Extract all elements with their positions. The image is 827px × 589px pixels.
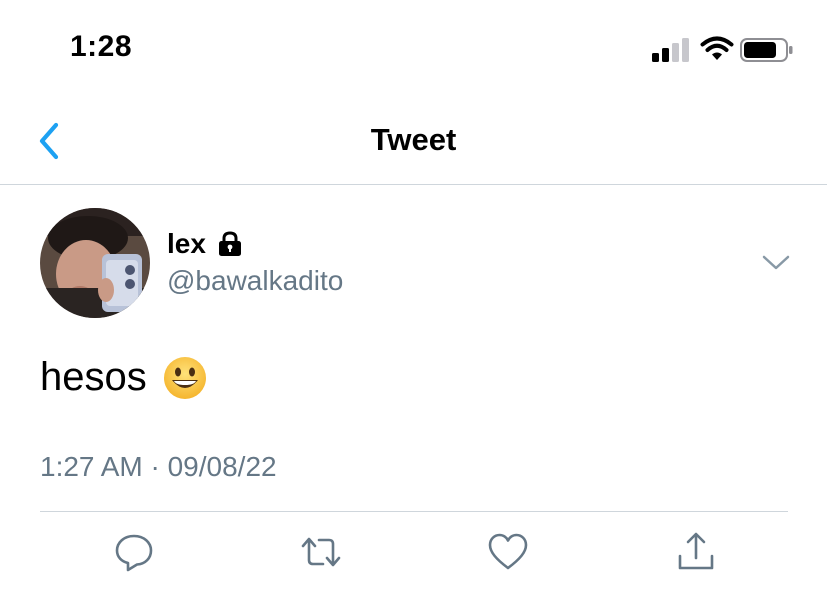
page-title: Tweet [370,122,457,157]
tweet-timestamp: 1:27 AM · 09/08/22 [40,451,277,482]
tweet-text-row: hesos [40,355,207,400]
lock-icon [218,231,241,256]
divider [40,511,788,512]
retweet-icon[interactable] [299,530,343,574]
grinning-face-emoji [163,356,206,399]
tweet-options-button[interactable] [758,245,794,281]
tweet-detail: lex @bawalkadito hesos 1:27 AM · 09/08/2… [0,185,827,589]
chevron-down-icon [762,255,790,270]
display-name-row[interactable]: lex [167,227,244,261]
cellular-signal-icon [652,38,689,62]
status-time: 1:28 [70,30,133,63]
wifi-icon [700,36,734,60]
reply-icon[interactable] [112,530,156,574]
like-icon[interactable] [486,530,530,574]
navigation-bar: Tweet [0,100,827,185]
user-handle[interactable]: @bawalkadito [167,265,343,297]
status-bar: 1:28 [0,0,827,100]
battery-icon [740,38,793,62]
share-icon[interactable] [674,530,718,574]
avatar[interactable] [40,208,150,318]
tweet-text: hesos [40,355,147,399]
tweet-actions [0,530,827,580]
display-name[interactable]: lex [167,228,206,260]
